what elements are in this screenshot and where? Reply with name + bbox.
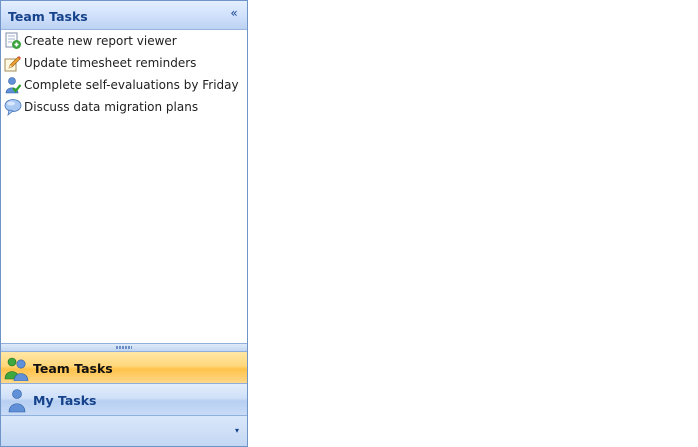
list-item[interactable]: Complete self-evaluations by Friday [1,74,247,96]
group-button-my-tasks[interactable]: My Tasks [1,384,247,416]
pencil-edit-icon [4,56,21,72]
group-label: My Tasks [33,393,97,408]
group-label: Team Tasks [33,361,113,376]
overflow-bar: ▾ [1,416,247,446]
nav-bar-panel: Team Tasks « Create new report viewer Up… [0,0,248,447]
user-check-icon [5,77,22,94]
group-button-team-tasks[interactable]: Team Tasks [1,352,247,384]
list-item[interactable]: Discuss data migration plans [1,96,247,118]
new-report-icon [5,32,21,49]
panel-header: Team Tasks « [1,1,247,30]
list-item-label: Create new report viewer [24,34,177,48]
user-icon [8,389,26,413]
list-item-label: Update timesheet reminders [24,56,197,70]
speech-bubble-icon [4,99,22,116]
double-chevron-left-icon: « [230,6,238,20]
splitter-handle[interactable] [1,343,247,352]
team-users-icon [4,357,29,381]
chevron-down-icon: ▾ [234,426,239,435]
list-item[interactable]: Create new report viewer [1,30,247,52]
panel-title: Team Tasks [8,9,88,24]
collapse-button[interactable]: « [227,6,241,20]
list-item-label: Discuss data migration plans [24,100,199,114]
list-item[interactable]: Update timesheet reminders [1,52,247,74]
list-item-label: Complete self-evaluations by Friday [24,78,239,92]
task-list: Create new report viewer Update timeshee… [1,30,247,118]
configure-button[interactable]: ▾ [232,426,242,436]
grip-dots-icon [116,346,132,349]
